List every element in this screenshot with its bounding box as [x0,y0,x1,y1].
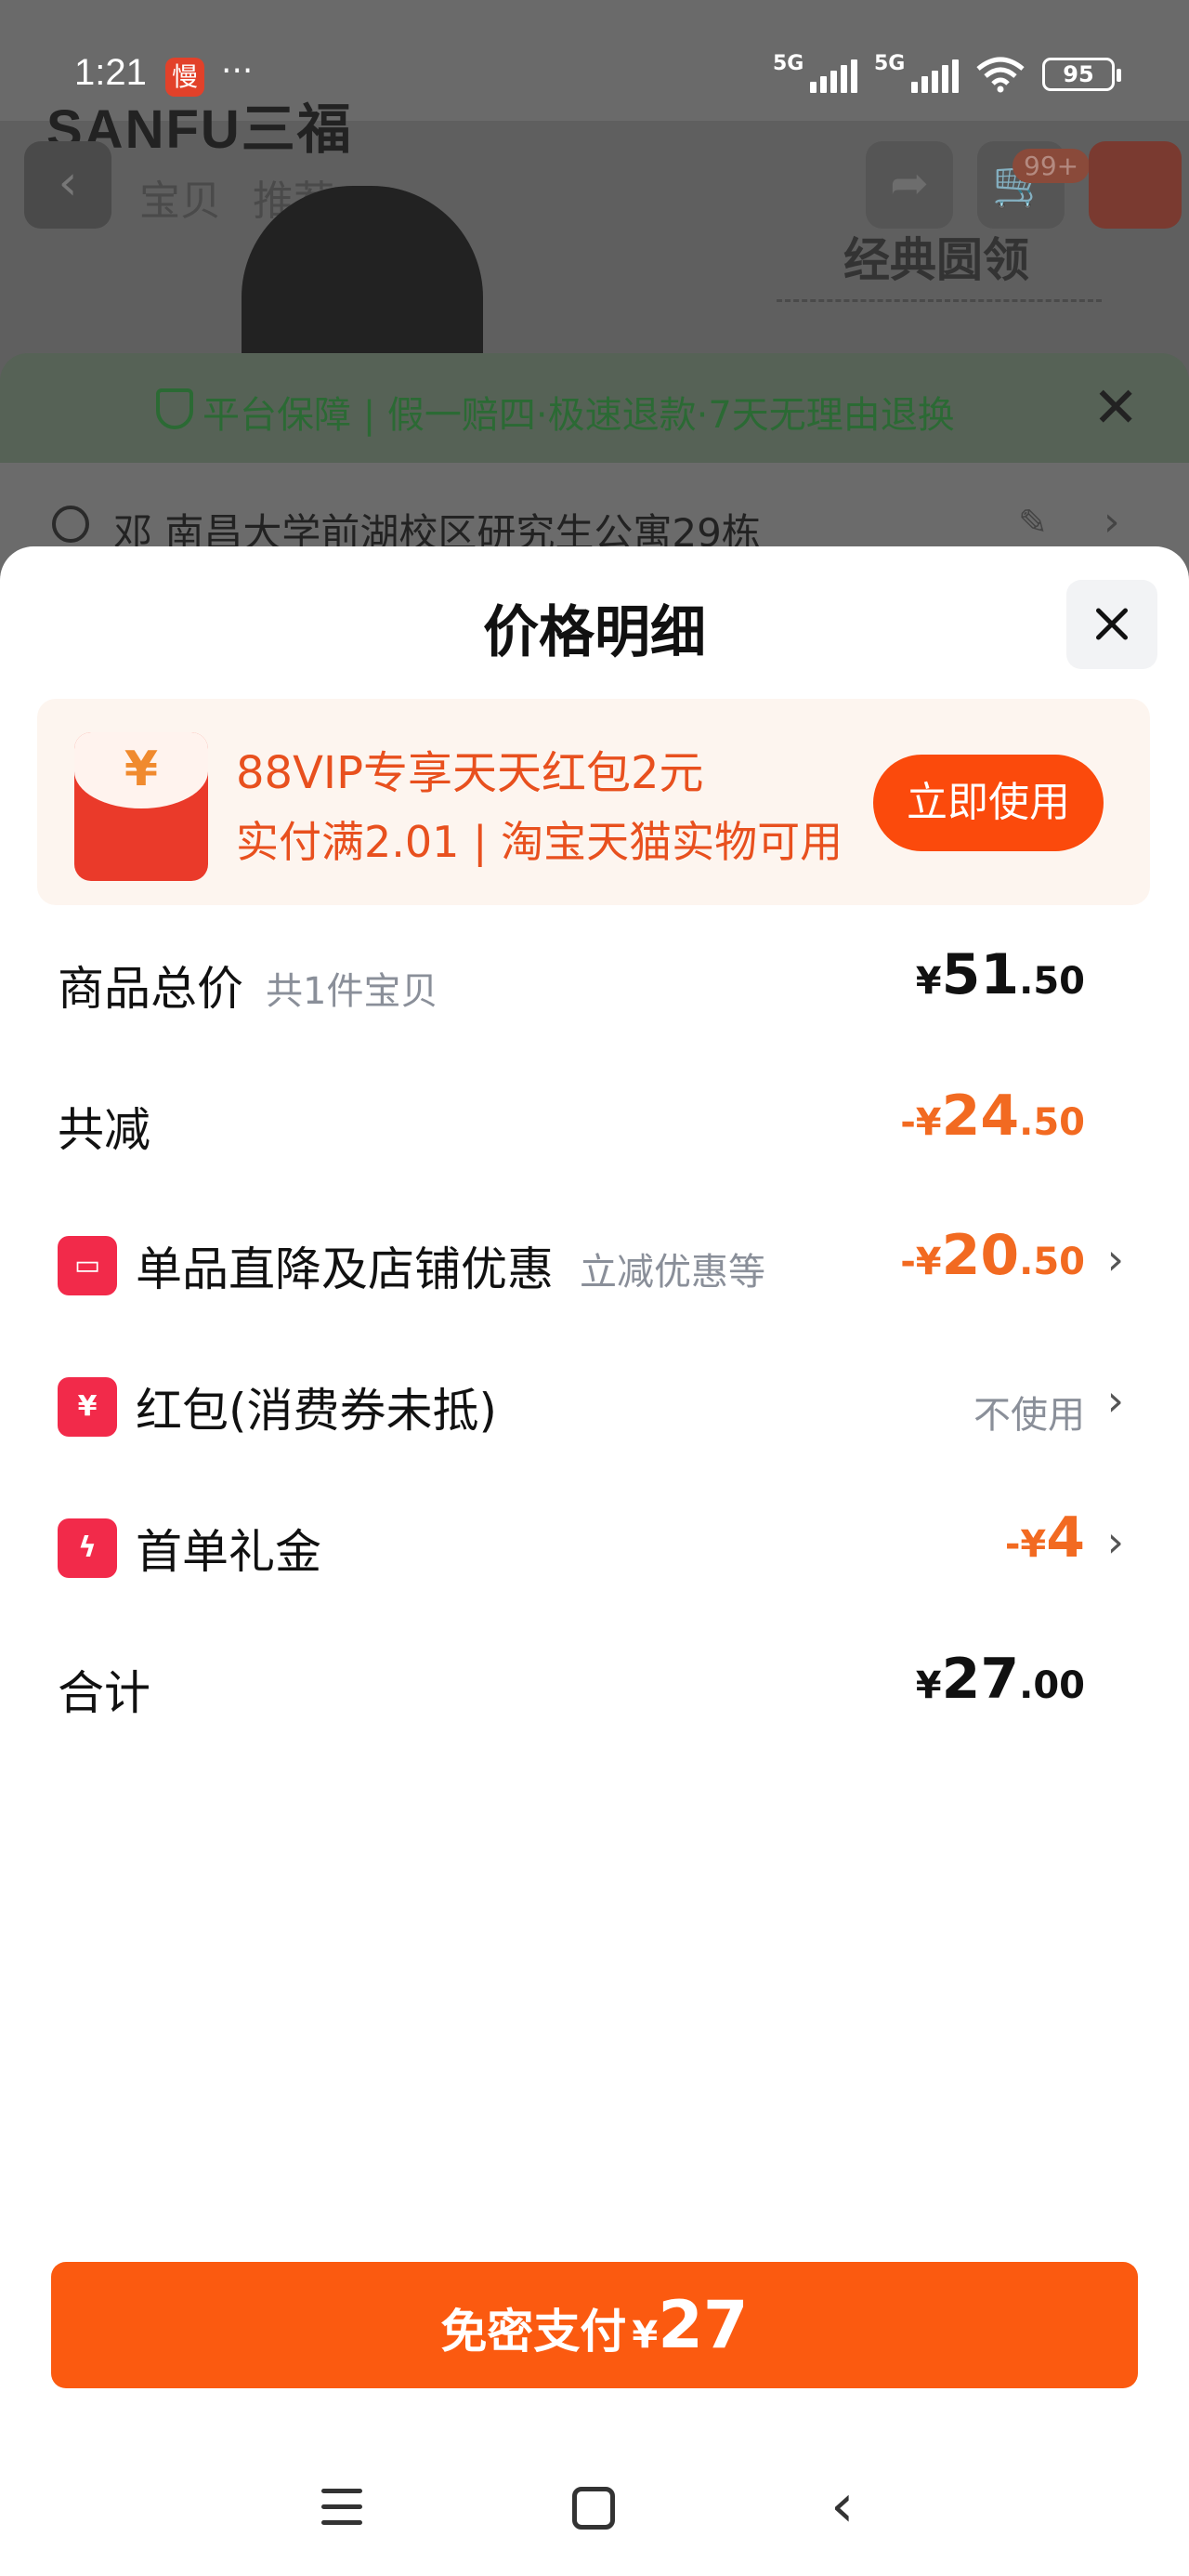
promo-title: 88VIP专享天天红包2元 [236,747,704,799]
pay-label: 免密支付 [440,2305,627,2359]
pay-button[interactable]: 免密支付 ¥ 27 [51,2262,1138,2388]
total-price: ¥51.50 [915,942,1085,1007]
row-label: 首单礼金 [136,1525,321,1579]
menu-icon[interactable] [321,2489,362,2526]
signal-icon-2: 5G [874,52,959,93]
row-store-discount[interactable]: ▭ 单品直降及店铺优惠 立减优惠等 -¥20.50 › [0,1217,1189,1301]
battery-icon: 95 [1042,58,1121,91]
store-icon: ▭ [58,1236,117,1295]
close-button[interactable] [1066,580,1157,669]
chevron-right-icon: › [1106,1234,1124,1284]
shield-icon [156,388,193,429]
guarantee-text: 平台保障 | 假一赔四·极速退款·7天无理由退换 [203,394,955,437]
home-icon[interactable] [572,2487,615,2530]
chevron-right-icon: › [1106,1517,1124,1567]
close-icon[interactable]: ✕ [1092,375,1139,440]
back-icon[interactable]: ‹ [24,141,111,229]
discount-amount: -¥24.50 [900,1084,1085,1149]
wifi-icon [976,57,1025,93]
red-packet-status: 不使用 [973,1394,1085,1437]
store-discount-amount: -¥20.50 [900,1223,1085,1288]
row-label: 红包(消费券未抵) [136,1384,498,1438]
pay-amount: 27 [658,2287,749,2363]
red-packet-small-icon: ¥ [58,1377,117,1437]
row-label: 商品总价 [58,962,243,1016]
tab-baby[interactable]: 宝贝 [139,167,221,227]
row-label: 共减 [58,1103,150,1157]
red-packet-icon: ¥ [74,732,208,881]
sum-amount: ¥27.00 [915,1647,1085,1712]
item-count: 共1件宝贝 [266,970,438,1013]
vip-redpacket-banner: ¥ 88VIP专享天天红包2元 实付满2.01 | 淘宝天猫实物可用 立即使用 [37,699,1150,905]
use-now-button[interactable]: 立即使用 [873,755,1104,851]
row-total-discount: 共减 -¥24.50 [0,1078,1189,1162]
signal-icon: 5G [773,52,857,93]
more-notifications-icon: ··· [221,52,254,90]
row-sum: 合计 ¥27.00 [0,1641,1189,1725]
discount-note: 立减优惠等 [580,1251,765,1294]
promo-subtitle: 实付满2.01 | 淘宝天猫实物可用 [236,817,843,867]
cart-badge: 99+ [1013,149,1091,183]
system-nav-bar: ‹ [0,2444,1189,2576]
more-icon[interactable] [1089,141,1182,229]
sheet-title: 价格明细 [483,600,706,665]
first-order-amount: -¥4 [1004,1505,1085,1571]
row-first-order-gift[interactable]: ϟ 首单礼金 -¥4 › [0,1500,1189,1584]
chevron-right-icon: › [1104,498,1120,545]
row-label: 单品直降及店铺优惠 [136,1242,554,1296]
location-icon [52,506,89,543]
lightning-icon: ϟ [58,1518,117,1578]
back-icon[interactable]: ‹ [830,2472,855,2541]
row-label: 合计 [58,1666,150,1720]
divider [777,299,1102,302]
row-red-packet[interactable]: ¥ 红包(消费券未抵) 不使用 › [0,1359,1189,1442]
row-total-price: 商品总价 共1件宝贝 ¥51.50 [0,937,1189,1020]
background-page: 1:21 慢 ··· 5G 5G 95 SANFU三福 ‹ 宝贝 推荐 ➦ 🛒 … [0,0,1189,576]
edit-icon[interactable]: ✎ [1018,502,1048,543]
product-title: 经典圆领 [843,233,1029,287]
chevron-right-icon: › [1106,1375,1124,1426]
pay-currency: ¥ [632,2314,659,2357]
share-icon[interactable]: ➦ [866,141,953,229]
